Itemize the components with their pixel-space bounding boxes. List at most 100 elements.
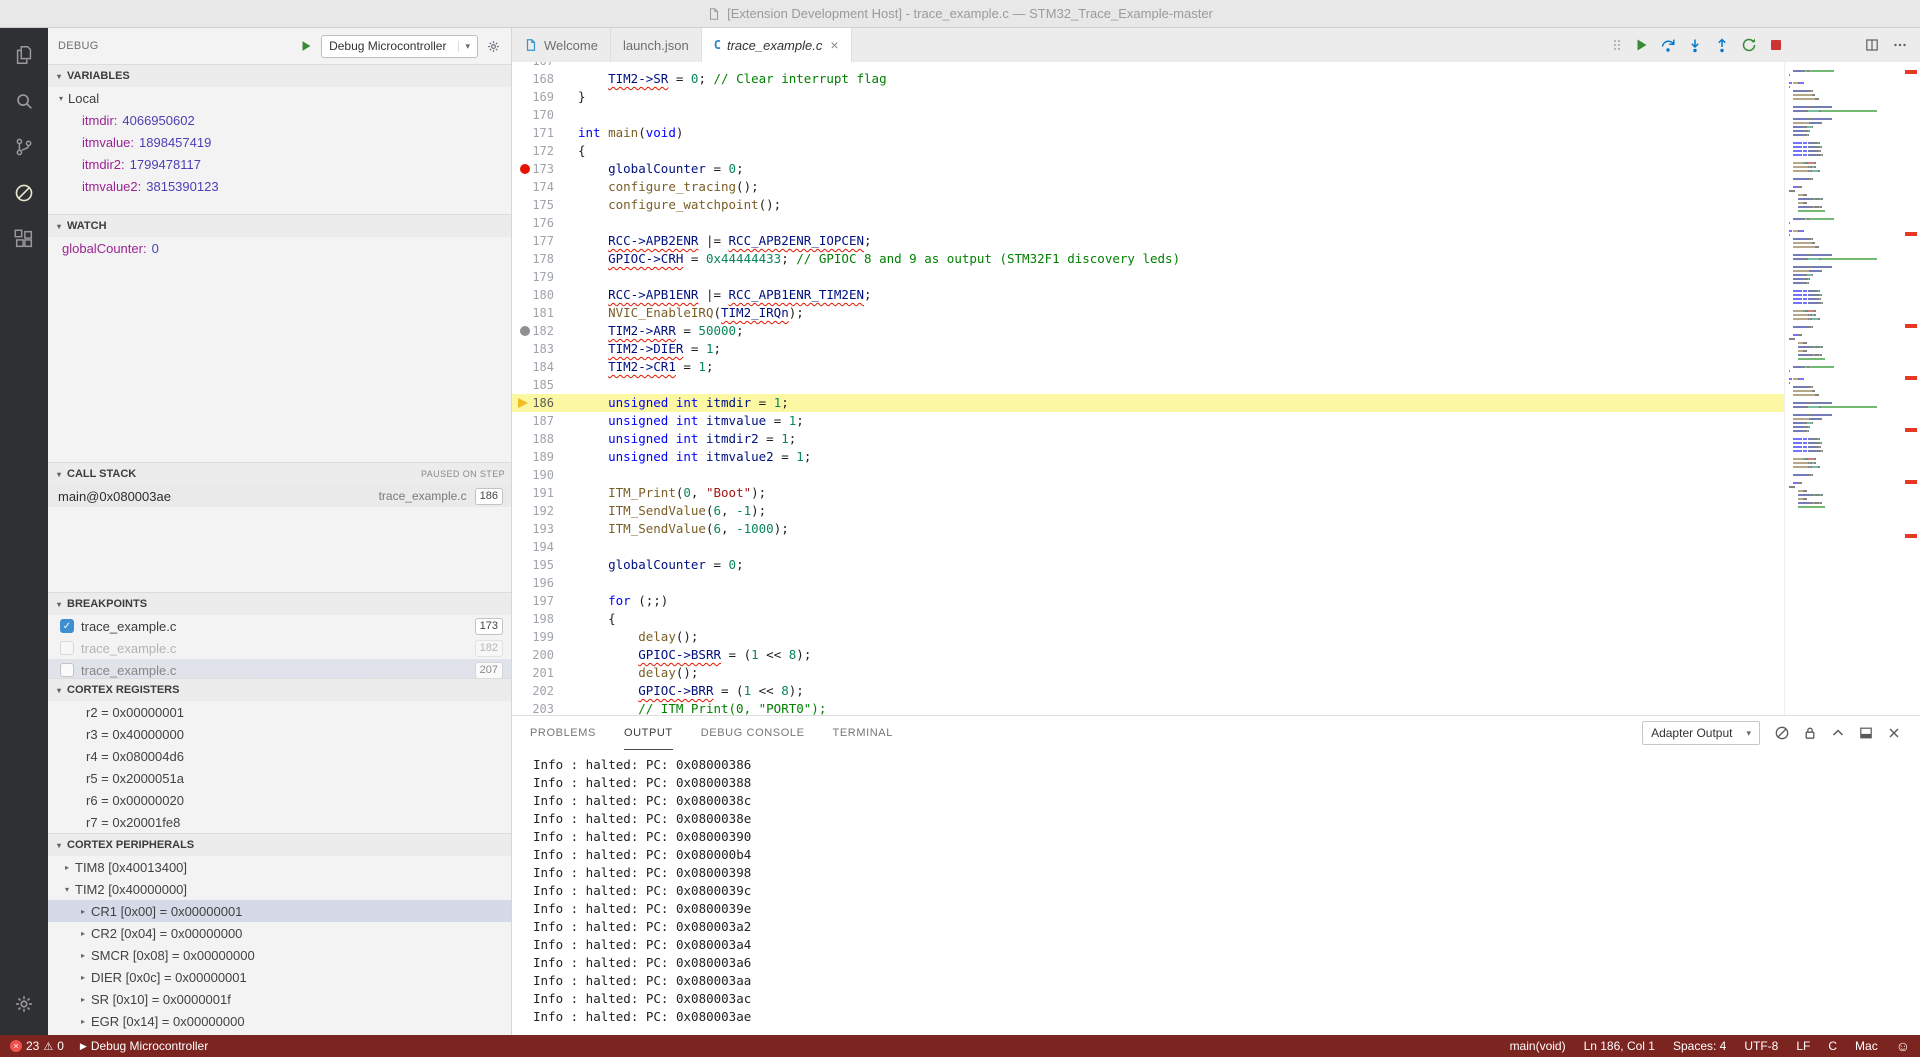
tab-trace-example-c[interactable]: Ctrace_example.c×: [702, 28, 852, 62]
code-line[interactable]: 179: [512, 268, 1784, 286]
code-line[interactable]: 203 // ITM_Print(0, "PORT0");: [512, 700, 1784, 715]
code-line[interactable]: 169}: [512, 88, 1784, 106]
peripheral-item[interactable]: ▸TIM8 [0x40013400]: [48, 856, 511, 878]
code-line[interactable]: 200 GPIOC->BSRR = (1 << 8);: [512, 646, 1784, 664]
panel-tab-problems[interactable]: PROBLEMS: [530, 716, 596, 750]
code-line[interactable]: 190: [512, 466, 1784, 484]
code-line[interactable]: 201 delay();: [512, 664, 1784, 682]
clear-output-button[interactable]: [1774, 725, 1790, 741]
toggle-panel-layout-button[interactable]: [1858, 725, 1874, 741]
step-into-button[interactable]: [1687, 37, 1703, 53]
stop-button[interactable]: [1768, 37, 1784, 53]
activity-bar-settings[interactable]: [0, 981, 48, 1027]
activity-bar-explorer[interactable]: [0, 32, 48, 78]
peripheral-item[interactable]: ▾TIM2 [0x40000000]: [48, 878, 511, 900]
code-line[interactable]: 183 TIM2->DIER = 1;: [512, 340, 1784, 358]
overview-ruler[interactable]: [1894, 62, 1920, 715]
code-line[interactable]: 175 configure_watchpoint();: [512, 196, 1784, 214]
code-area[interactable]: 167168 TIM2->SR = 0; // Clear interrupt …: [512, 62, 1784, 715]
panel-tab-output[interactable]: OUTPUT: [624, 716, 673, 750]
register-item[interactable]: r3 = 0x40000000: [48, 723, 511, 745]
activity-bar-source-control[interactable]: [0, 124, 48, 170]
code-line[interactable]: 173 globalCounter = 0;: [512, 160, 1784, 178]
output-channel-select[interactable]: Adapter Output ▾: [1642, 721, 1760, 745]
breakpoints-section-header[interactable]: ▾ BREAKPOINTS: [48, 593, 511, 615]
cortex-registers-section-header[interactable]: ▾ CORTEX REGISTERS: [48, 679, 511, 701]
code-line[interactable]: 170: [512, 106, 1784, 124]
variables-section-header[interactable]: ▾ VARIABLES: [48, 65, 511, 87]
status-item-ln-186-col-1[interactable]: Ln 186, Col 1: [1584, 1039, 1655, 1053]
code-line[interactable]: 168 TIM2->SR = 0; // Clear interrupt fla…: [512, 70, 1784, 88]
debug-status[interactable]: ▶ Debug Microcontroller: [80, 1039, 208, 1053]
register-item[interactable]: r4 = 0x080004d6: [48, 745, 511, 767]
variable-item[interactable]: itmdir2:1799478117: [48, 153, 511, 175]
watch-item[interactable]: globalCounter:0: [48, 237, 511, 259]
minimap[interactable]: [1784, 62, 1894, 715]
variable-item[interactable]: itmvalue:1898457419: [48, 131, 511, 153]
variables-scope[interactable]: ▾Local: [48, 87, 511, 109]
peripheral-item[interactable]: ▸EGR [0x14] = 0x00000000: [48, 1010, 511, 1032]
status-item-mac[interactable]: Mac: [1855, 1039, 1878, 1053]
breakpoint-item[interactable]: trace_example.c207: [48, 659, 511, 678]
register-item[interactable]: r2 = 0x00000001: [48, 701, 511, 723]
code-line[interactable]: 177 RCC->APB2ENR |= RCC_APB2ENR_IOPCEN;: [512, 232, 1784, 250]
activity-bar-debug[interactable]: [0, 170, 48, 216]
status-item-lf[interactable]: LF: [1796, 1039, 1810, 1053]
breakpoint-item[interactable]: trace_example.c182: [48, 637, 511, 659]
code-line[interactable]: 194: [512, 538, 1784, 556]
register-item[interactable]: r7 = 0x20001fe8: [48, 811, 511, 833]
activity-bar-extensions[interactable]: [0, 216, 48, 262]
code-line[interactable]: 185: [512, 376, 1784, 394]
problems-status[interactable]: × 23 ⚠ 0: [10, 1039, 64, 1053]
disabled-breakpoint-dot-icon[interactable]: [520, 326, 530, 336]
peripheral-item[interactable]: ▸SMCR [0x08] = 0x00000000: [48, 944, 511, 966]
code-line[interactable]: 171int main(void): [512, 124, 1784, 142]
variable-item[interactable]: itmvalue2:3815390123: [48, 175, 511, 197]
cortex-peripherals-section-header[interactable]: ▾ CORTEX PERIPHERALS: [48, 834, 511, 856]
status-item-spaces-4[interactable]: Spaces: 4: [1673, 1039, 1726, 1053]
code-line[interactable]: 178 GPIOC->CRH = 0x44444433; // GPIOC 8 …: [512, 250, 1784, 268]
start-debug-button[interactable]: [299, 39, 313, 53]
code-line[interactable]: 167: [512, 62, 1784, 70]
feedback-smiley-icon[interactable]: ☺: [1896, 1038, 1910, 1054]
peripheral-item[interactable]: ▸DIER [0x0c] = 0x00000001: [48, 966, 511, 988]
restart-button[interactable]: [1741, 37, 1757, 53]
code-line[interactable]: 199 delay();: [512, 628, 1784, 646]
peripheral-item[interactable]: ▸SR [0x10] = 0x0000001f: [48, 988, 511, 1010]
peripheral-item[interactable]: ▸CCMR1_Output [0x18] = 0x00000000: [48, 1032, 511, 1035]
code-line[interactable]: 189 unsigned int itmvalue2 = 1;: [512, 448, 1784, 466]
code-line[interactable]: 186 unsigned int itmdir = 1;: [512, 394, 1784, 412]
panel-tab-terminal[interactable]: TERMINAL: [833, 716, 893, 750]
code-line[interactable]: 172{: [512, 142, 1784, 160]
breakpoint-item[interactable]: ✓trace_example.c173: [48, 615, 511, 637]
code-line[interactable]: 196: [512, 574, 1784, 592]
peripheral-item[interactable]: ▸CR1 [0x00] = 0x00000001: [48, 900, 511, 922]
tab-welcome[interactable]: Welcome: [512, 28, 611, 62]
tab-launch-json[interactable]: launch.json: [611, 28, 702, 62]
watch-section-header[interactable]: ▾ WATCH: [48, 215, 511, 237]
variable-item[interactable]: itmdir:4066950602: [48, 109, 511, 131]
code-line[interactable]: 197 for (;;): [512, 592, 1784, 610]
code-line[interactable]: 176: [512, 214, 1784, 232]
code-line[interactable]: 181 NVIC_EnableIRQ(TIM2_IRQn);: [512, 304, 1784, 322]
breakpoint-checkbox[interactable]: [60, 663, 74, 677]
code-line[interactable]: 180 RCC->APB1ENR |= RCC_APB1ENR_TIM2EN;: [512, 286, 1784, 304]
call-stack-section-header[interactable]: ▾ CALL STACK PAUSED ON STEP: [48, 463, 511, 485]
code-line[interactable]: 195 globalCounter = 0;: [512, 556, 1784, 574]
output-log[interactable]: Info : halted: PC: 0x08000386Info : halt…: [512, 750, 1920, 1035]
peripheral-item[interactable]: ▸CR2 [0x04] = 0x00000000: [48, 922, 511, 944]
step-out-button[interactable]: [1714, 37, 1730, 53]
lock-button[interactable]: [1802, 725, 1818, 741]
configure-launch-gear-button[interactable]: [486, 39, 501, 54]
launch-config-select[interactable]: Debug Microcontroller ▾: [321, 35, 478, 58]
register-item[interactable]: r6 = 0x00000020: [48, 789, 511, 811]
register-item[interactable]: r5 = 0x2000051a: [48, 767, 511, 789]
breakpoint-checkbox[interactable]: ✓: [60, 619, 74, 633]
step-over-button[interactable]: [1660, 37, 1676, 53]
code-line[interactable]: 174 configure_tracing();: [512, 178, 1784, 196]
close-icon[interactable]: ×: [830, 37, 838, 53]
code-line[interactable]: 193 ITM_SendValue(6, -1000);: [512, 520, 1784, 538]
panel-tab-debug-console[interactable]: DEBUG CONSOLE: [701, 716, 805, 750]
continue-button[interactable]: [1633, 37, 1649, 53]
breakpoint-dot-icon[interactable]: [520, 164, 530, 174]
